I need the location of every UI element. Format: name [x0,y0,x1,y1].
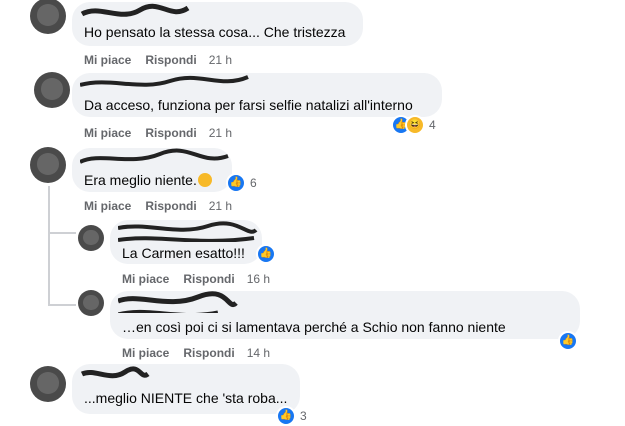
comment-text: ...meglio NIENTE che 'sta roba... [84,390,288,406]
avatar[interactable] [30,0,66,34]
comment-actions: Mi piace Rispondi 16 h [122,272,284,286]
comment-text: Da acceso, funziona per farsi selfie nat… [84,97,413,113]
reaction-summary[interactable]: 👍 😆 4 [391,115,436,135]
reaction-count: 3 [300,409,307,423]
reply-link[interactable]: Rispondi [183,346,234,360]
reply-link[interactable]: Rispondi [145,199,196,213]
comment-actions: Mi piace Rispondi 14 h [122,346,284,360]
comment-bubble: ...meglio NIENTE che 'sta roba... [72,364,300,414]
flushed-face-emoji-icon [197,173,212,187]
thread-line [48,304,76,306]
like-reaction-icon: 👍 [276,406,296,426]
reaction-summary[interactable]: 👍 [558,331,578,351]
comment-text: Era meglio niente. [84,172,212,188]
reaction-summary[interactable]: 👍 6 [226,173,257,193]
like-link[interactable]: Mi piace [122,346,169,360]
like-reaction-icon: 👍 [558,331,578,351]
comment-text: Ho pensato la stessa cosa... Che tristez… [84,24,346,40]
comment-bubble: Era meglio niente. [72,148,232,192]
avatar[interactable] [30,366,66,402]
avatar[interactable] [34,72,70,108]
redacted-name-scribble [118,291,238,313]
reply-bubble: La Carmen esatto!!! [110,220,262,264]
redacted-name-scribble [80,75,249,87]
like-link[interactable]: Mi piace [84,199,131,213]
comment-text: …en così poi ci si lamentava perché a Sc… [122,319,506,335]
redacted-name-scribble [80,148,229,164]
reply-link[interactable]: Rispondi [183,272,234,286]
reaction-count: 6 [250,176,257,190]
like-link[interactable]: Mi piace [84,53,131,67]
like-link[interactable]: Mi piace [84,126,131,140]
comment-bubble: Ho pensato la stessa cosa... Che tristez… [72,2,363,46]
reply-bubble: …en così poi ci si lamentava perché a Sc… [110,291,580,339]
timestamp[interactable]: 21 h [209,53,232,67]
reply-link[interactable]: Rispondi [145,53,196,67]
reply-link[interactable]: Rispondi [145,126,196,140]
redacted-name-scribble [80,3,190,17]
timestamp[interactable]: 16 h [247,272,270,286]
thread-line [48,186,50,306]
comment-text: La Carmen esatto!!! [122,245,245,261]
reaction-summary[interactable]: 👍 3 [276,406,307,426]
comment-actions: Mi piace Rispondi 21 h [84,53,246,67]
comment-actions: Mi piace Rispondi 21 h [84,126,246,140]
redacted-name-scribble [80,366,150,379]
like-reaction-icon: 👍 [256,244,276,264]
timestamp[interactable]: 21 h [209,199,232,213]
thread-line [48,232,76,234]
reaction-count: 4 [429,118,436,132]
comment-actions: Mi piace Rispondi 21 h [84,199,246,213]
avatar[interactable] [78,225,104,251]
timestamp[interactable]: 14 h [247,346,270,360]
reaction-summary[interactable]: 👍 [256,244,276,264]
comment-bubble: Da acceso, funziona per farsi selfie nat… [72,73,442,117]
like-link[interactable]: Mi piace [122,272,169,286]
haha-reaction-icon: 😆 [405,115,425,135]
redacted-name-scribble [118,221,258,242]
timestamp[interactable]: 21 h [209,126,232,140]
like-reaction-icon: 👍 [226,173,246,193]
avatar[interactable] [30,147,66,183]
avatar[interactable] [78,290,104,316]
